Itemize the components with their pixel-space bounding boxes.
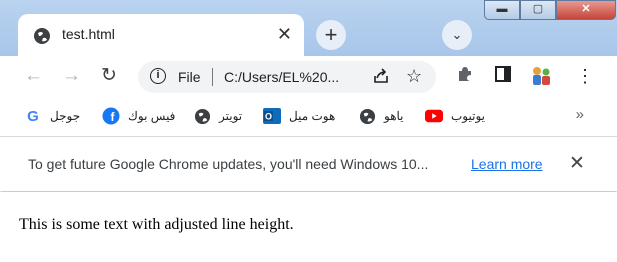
window-close-button[interactable]: ✕	[556, 0, 616, 20]
profile-avatar-icon[interactable]	[528, 63, 554, 89]
bookmarks-bar: G جوجل f فيس بوك تويتر O هوت ميل ياهو يو…	[0, 98, 617, 137]
bookmark-label: يوتيوب	[451, 109, 485, 123]
outlook-icon: O	[263, 107, 281, 125]
title-bar: test.html ✕ + ⌄ ▬ ▢ ✕	[0, 0, 617, 56]
bookmark-hotmail[interactable]: O هوت ميل	[263, 106, 335, 126]
address-bar[interactable]: i File C:/Users/EL%20... ☆	[138, 61, 436, 93]
update-infobar: To get future Google Chrome updates, you…	[0, 137, 617, 191]
side-panel-icon[interactable]	[494, 65, 512, 83]
bookmark-label: ياهو	[384, 109, 404, 123]
youtube-icon	[425, 107, 443, 125]
bookmark-twitter[interactable]: تويتر	[193, 106, 242, 126]
globe-icon	[358, 107, 376, 125]
infobar-close-icon[interactable]: ✕	[569, 152, 585, 175]
content-text: This is some text with adjusted line hei…	[19, 216, 294, 233]
divider	[212, 68, 213, 86]
minimize-button[interactable]: ▬	[484, 0, 520, 20]
forward-button[interactable]: →	[62, 66, 81, 86]
learn-more-link[interactable]: Learn more	[471, 156, 543, 172]
bookmark-star-icon[interactable]: ☆	[406, 66, 422, 87]
tab-close-icon[interactable]: ✕	[277, 24, 292, 44]
share-icon[interactable]	[372, 67, 390, 85]
globe-icon	[34, 28, 50, 44]
facebook-icon: f	[102, 107, 120, 125]
new-tab-button[interactable]: +	[316, 20, 346, 50]
svg-text:O: O	[265, 112, 272, 122]
bookmark-label: تويتر	[219, 109, 243, 123]
bookmark-label: جوجل	[50, 109, 81, 123]
page-content: This is some text with adjusted line hei…	[0, 192, 617, 262]
toolbar: ← → ↻ i File C:/Users/EL%20... ☆ ⋮	[0, 56, 617, 98]
bookmark-facebook[interactable]: f فيس بوك	[102, 106, 175, 126]
bookmark-label: فيس بوك	[128, 109, 176, 123]
reload-button[interactable]: ↻	[101, 66, 117, 86]
maximize-button[interactable]: ▢	[520, 0, 556, 20]
bookmark-google[interactable]: G جوجل	[24, 106, 80, 126]
back-button[interactable]: ←	[24, 66, 43, 86]
tab-title: test.html	[62, 26, 115, 42]
google-icon: G	[27, 107, 39, 125]
bookmark-label: هوت ميل	[289, 109, 336, 123]
extensions-icon[interactable]	[456, 65, 474, 83]
infobar-message: To get future Google Chrome updates, you…	[28, 156, 429, 172]
url-text[interactable]: C:/Users/EL%20...	[224, 69, 339, 85]
bookmark-youtube[interactable]: يوتيوب	[425, 106, 485, 126]
info-icon[interactable]: i	[150, 68, 166, 84]
bookmark-yahoo[interactable]: ياهو	[358, 106, 404, 126]
tab-test-html[interactable]: test.html ✕	[18, 14, 304, 56]
window-controls: ▬ ▢ ✕	[484, 0, 616, 20]
tab-search-button[interactable]: ⌄	[442, 20, 472, 50]
bookmarks-overflow-icon[interactable]: »	[576, 106, 584, 123]
menu-icon[interactable]: ⋮	[576, 65, 594, 87]
file-label: File	[178, 69, 201, 85]
globe-icon	[193, 107, 211, 125]
